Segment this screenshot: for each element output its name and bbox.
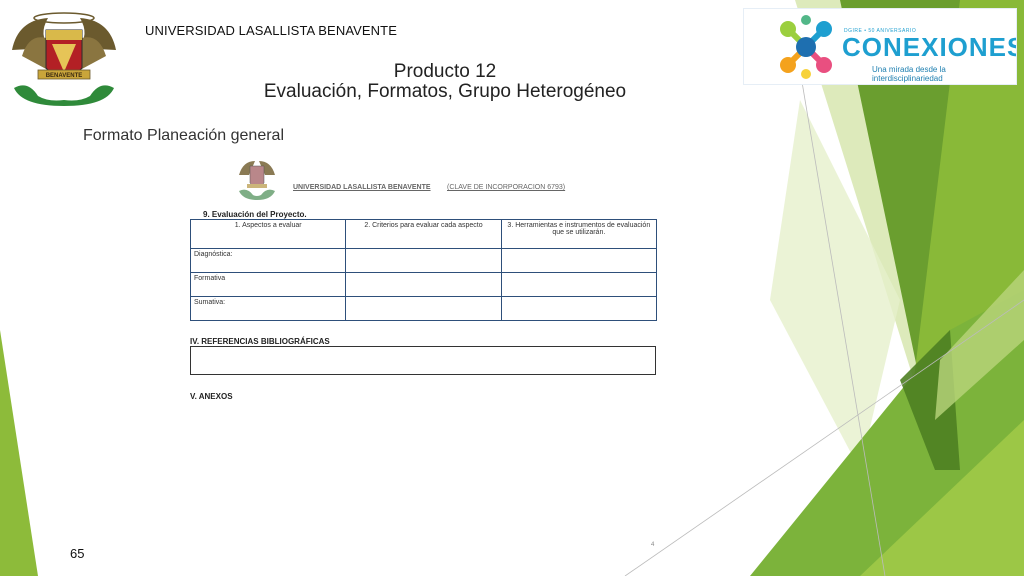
table-row-label: Diagnóstica: — [189, 248, 347, 273]
document-header-name: UNIVERSIDAD LASALLISTA BENAVENTE — [293, 184, 431, 191]
table-row-label: Sumativa: — [189, 296, 347, 321]
green-shape-left — [0, 330, 38, 576]
table-header-row: 1. Aspectos a evaluar 2. Criterios para … — [189, 219, 658, 249]
slide-subtitle: Formato Planeación general — [83, 127, 285, 144]
table-header-cell: 1. Aspectos a evaluar — [189, 219, 347, 249]
table-cell — [500, 248, 658, 273]
document-page-number: 4 — [651, 542, 655, 548]
conexiones-logo: DGIRE • 50 ANIVERSARIO CONEXIONES Una mi… — [743, 8, 1017, 85]
table-row-label: Formativa — [189, 272, 347, 297]
table-cell — [500, 272, 658, 297]
table-row: Diagnóstica: — [189, 248, 658, 273]
table-row: Sumativa: — [189, 296, 658, 321]
university-name: UNIVERSIDAD LASALLISTA BENAVENTE — [145, 23, 397, 38]
table-header-cell: 3. Herramientas e instrumentos de evalua… — [500, 219, 658, 249]
table-cell — [345, 272, 502, 297]
document-header-clave: (CLAVE DE INCORPORACION 6793) — [447, 184, 566, 191]
section-v-title: V. ANEXOS — [190, 392, 233, 401]
table-cell — [345, 248, 502, 273]
evaluation-table: 1. Aspectos a evaluar 2. Criterios para … — [189, 219, 658, 321]
logo-tagline: Una mirada desde la interdisciplinarieda… — [872, 65, 946, 83]
slide-number: 65 — [70, 546, 85, 561]
table-row: Formativa — [189, 272, 658, 297]
section-iv-title: IV. REFERENCIAS BIBLIOGRÁFICAS — [190, 337, 330, 346]
section-9-title: 9. Evaluación del Proyecto. — [203, 210, 307, 219]
logo-title: CONEXIONES — [842, 32, 1017, 62]
molecule-icon — [780, 15, 832, 79]
document-crest — [239, 161, 275, 200]
table-header-cell: 2. Criterios para evaluar cada aspecto — [345, 219, 502, 249]
references-box — [190, 346, 656, 375]
table-cell — [500, 296, 658, 321]
table-cell — [345, 296, 502, 321]
